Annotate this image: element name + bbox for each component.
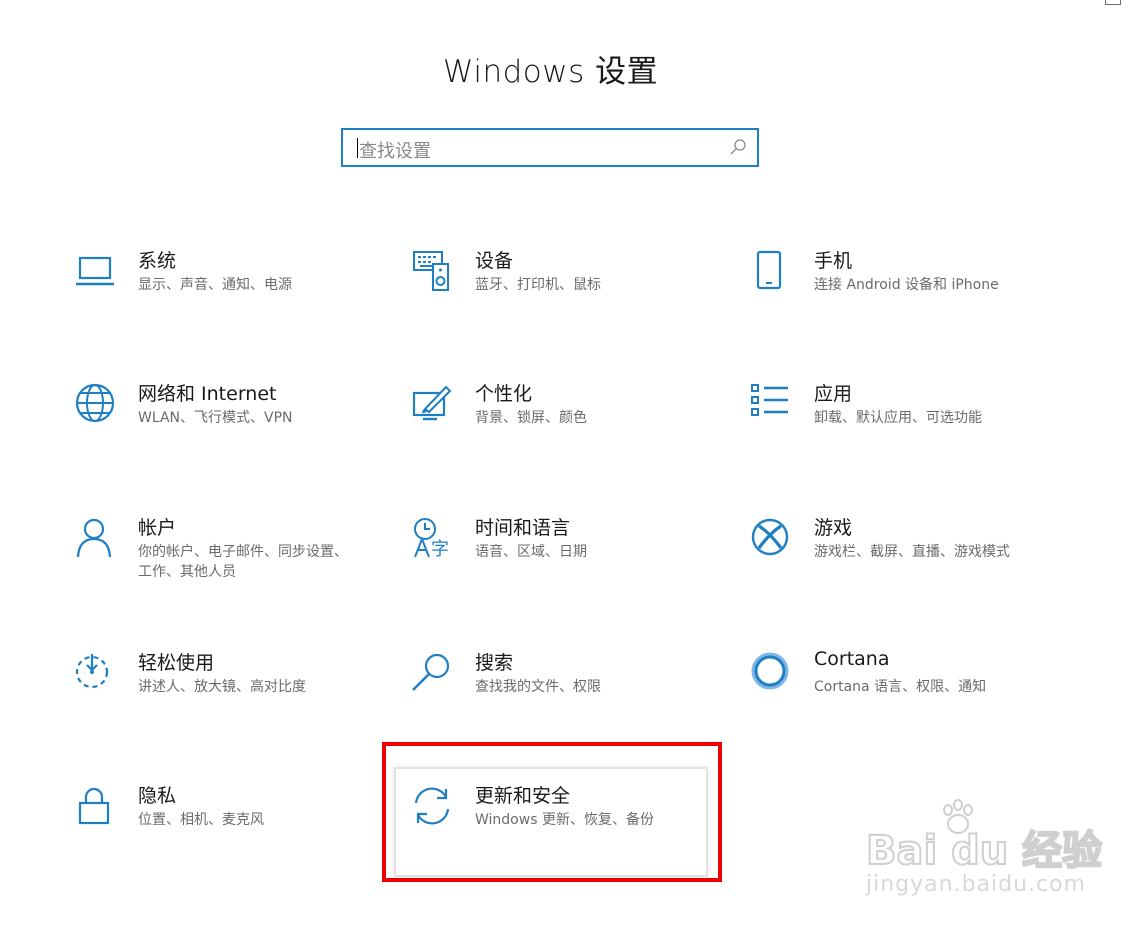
tile-desc: 蓝牙、打印机、鼠标	[475, 277, 601, 293]
ease-of-access-icon	[75, 654, 116, 698]
page-title: Windows 设置	[442, 54, 659, 90]
tile-time-language[interactable]: 字 时间和语言 语音、区域、日期	[413, 517, 713, 599]
tile-title: 搜索	[475, 652, 514, 674]
text-caret	[357, 138, 358, 158]
keyboard-speaker-icon	[413, 251, 453, 296]
tile-title: 更新和安全	[475, 785, 571, 807]
xbox-icon	[751, 518, 792, 563]
watermark-url: jingyan.baidu.com	[866, 872, 1087, 897]
search-magnifier-icon	[730, 139, 746, 155]
tile-title: 帐户	[138, 517, 177, 539]
refresh-icon	[413, 787, 453, 831]
globe-icon	[75, 383, 116, 429]
tile-desc: Cortana 语言、权限、通知	[814, 679, 987, 695]
tile-privacy[interactable]: 隐私 位置、相机、麦克风	[76, 785, 376, 867]
tile-devices[interactable]: 设备 蓝牙、打印机、鼠标	[413, 250, 713, 332]
tile-title: 网络和 Internet	[138, 383, 277, 405]
tile-title: 个性化	[475, 383, 533, 405]
paint-brush-icon	[412, 385, 453, 429]
tile-desc: WLAN、飞行模式、VPN	[138, 410, 293, 426]
person-icon	[76, 518, 116, 563]
tile-desc: 讲述人、放大镜、高对比度	[138, 679, 306, 695]
tile-desc: 显示、声音、通知、电源	[138, 277, 292, 293]
search-icon	[412, 653, 453, 698]
phone-icon	[752, 250, 792, 296]
tile-title: Cortana	[814, 648, 890, 670]
tile-title: 时间和语言	[475, 517, 571, 539]
tile-accounts[interactable]: 帐户 你的帐户、电子邮件、同步设置、工作、其他人员	[76, 517, 376, 599]
tile-title: 隐私	[138, 785, 177, 807]
tile-gaming[interactable]: 游戏 游戏栏、截屏、直播、游戏模式	[751, 517, 1052, 599]
tile-desc: 你的帐户、电子邮件、同步设置、工作、其他人员	[138, 544, 348, 580]
tile-phone[interactable]: 手机 连接 Android 设备和 iPhone	[752, 250, 1052, 332]
window-restore-fragment[interactable]	[1105, 0, 1121, 5]
tile-desc: 连接 Android 设备和 iPhone	[814, 277, 999, 293]
tile-desc: 背景、锁屏、颜色	[475, 410, 587, 426]
time-language-icon: 字	[413, 518, 453, 563]
apps-list-icon	[751, 384, 792, 429]
laptop-icon	[76, 252, 116, 296]
search-placeholder: 查找设置	[359, 141, 431, 162]
tile-search[interactable]: 搜索 查找我的文件、权限	[412, 652, 713, 734]
cortana-icon	[751, 652, 792, 698]
tile-desc: 位置、相机、麦克风	[138, 812, 264, 828]
watermark-brand: Bai du 经验	[865, 827, 1103, 875]
tile-desc: 游戏栏、截屏、直播、游戏模式	[814, 544, 1010, 560]
tile-personalization[interactable]: 个性化 背景、锁屏、颜色	[412, 383, 713, 465]
tile-network[interactable]: 网络和 Internet WLAN、飞行模式、VPN	[75, 383, 376, 465]
tile-desc: Windows 更新、恢复、备份	[475, 812, 654, 828]
tile-apps[interactable]: 应用 卸载、默认应用、可选功能	[751, 383, 1052, 465]
tile-cortana[interactable]: Cortana Cortana 语言、权限、通知	[751, 648, 1052, 734]
tile-title: 设备	[475, 250, 514, 272]
tile-desc: 语音、区域、日期	[475, 544, 587, 560]
baidu-watermark: Bai du 经验 jingyan.baidu.com	[865, 796, 1103, 906]
lock-icon	[76, 787, 116, 831]
tile-title: 应用	[814, 383, 853, 405]
search-box[interactable]: 查找设置	[341, 128, 759, 167]
tile-desc: 查找我的文件、权限	[475, 679, 601, 695]
tile-title: 系统	[138, 250, 177, 272]
tile-desc: 卸载、默认应用、可选功能	[814, 410, 982, 426]
tile-ease-of-access[interactable]: 轻松使用 讲述人、放大镜、高对比度	[75, 652, 376, 734]
tile-title: 轻松使用	[138, 652, 215, 674]
tile-system[interactable]: 系统 显示、声音、通知、电源	[76, 250, 376, 332]
tile-update-security[interactable]: 更新和安全 Windows 更新、恢复、备份	[413, 785, 713, 867]
svg-text:字: 字	[431, 539, 449, 560]
tile-title: 手机	[814, 250, 853, 272]
tile-title: 游戏	[814, 517, 853, 539]
